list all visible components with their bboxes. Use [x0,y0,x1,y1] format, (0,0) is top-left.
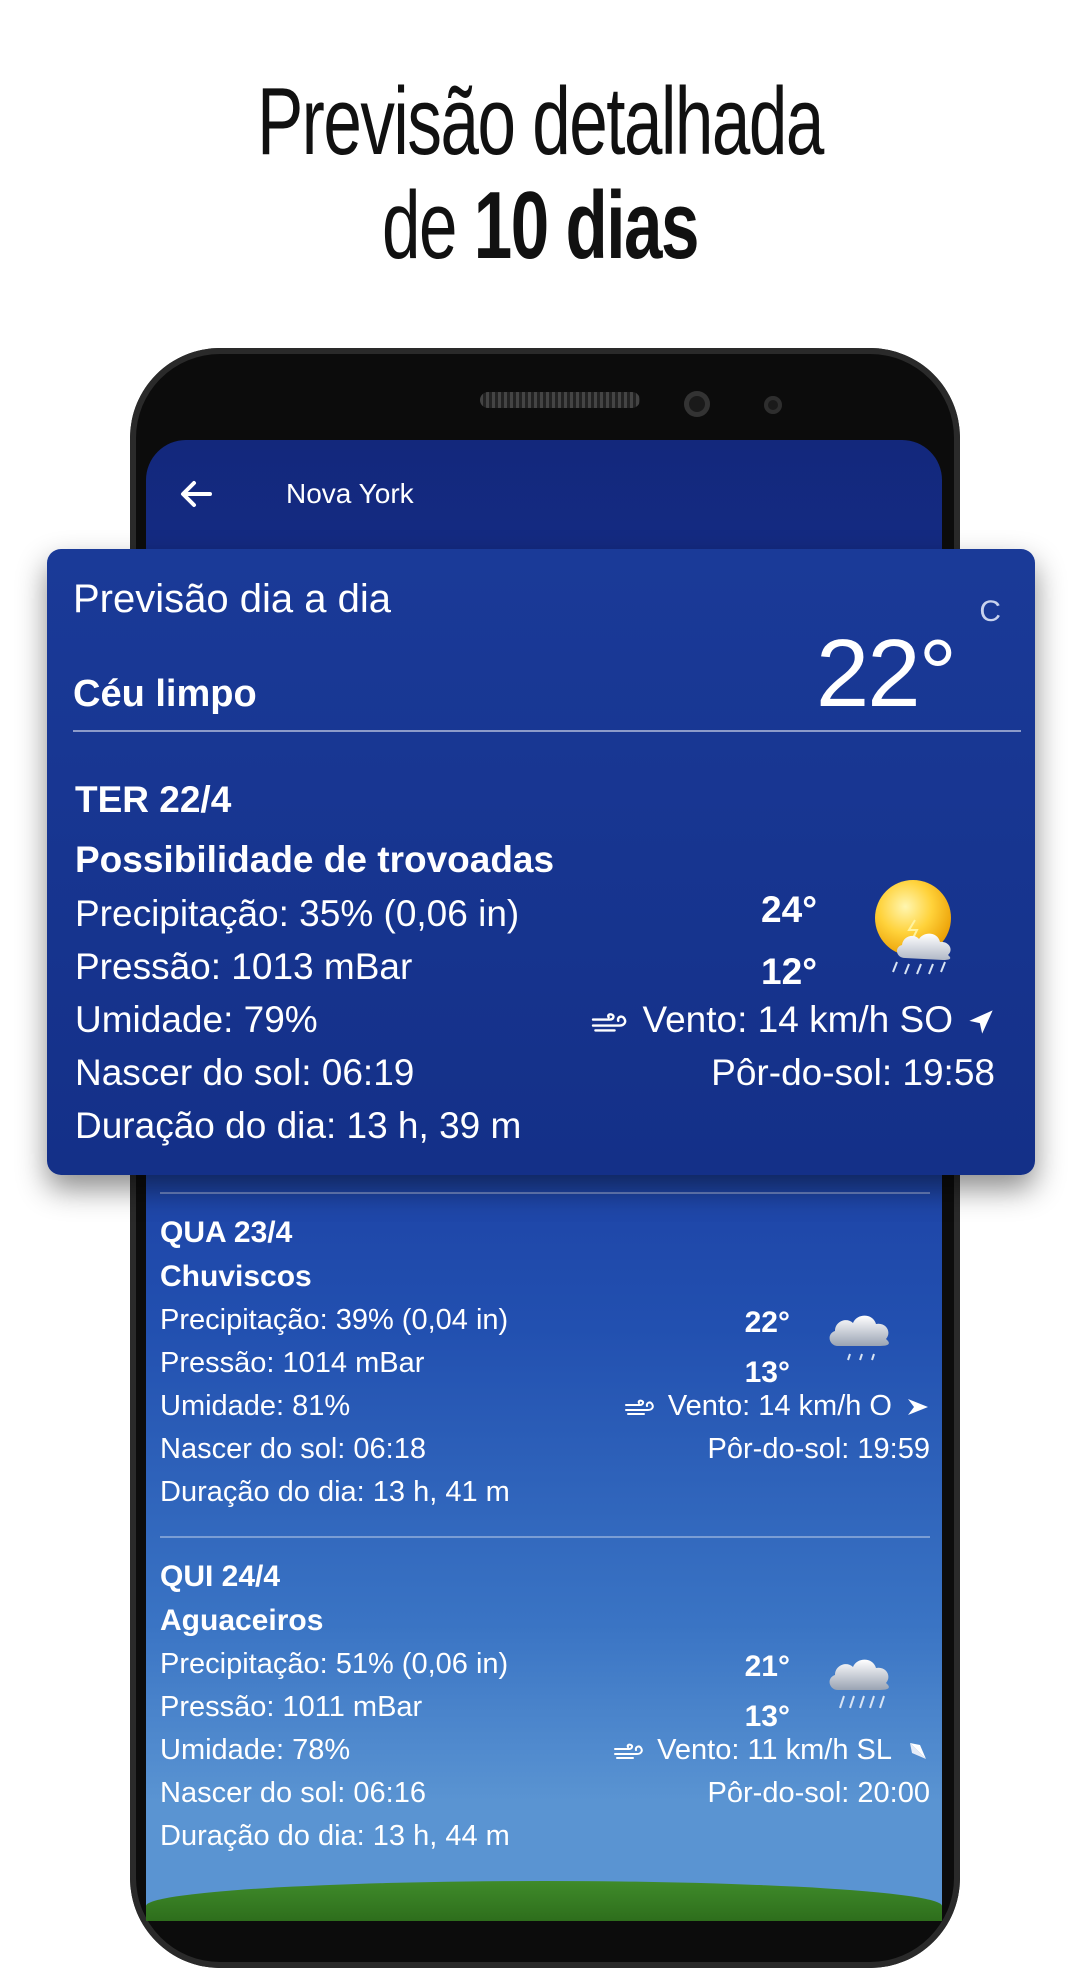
back-arrow-icon[interactable] [176,474,216,514]
headline-line-2-prefix: de [381,172,457,279]
day-humidity: Umidade: 78% [160,1734,351,1766]
forecast-highlight-card[interactable]: Previsão dia a dia C 22° Céu limpo TER 2… [47,549,1035,1175]
day-temps: 22° 13° [745,1298,790,1398]
wind-icon [592,1013,627,1032]
headline-line-2: de 10 dias [151,174,929,278]
sun-row: Nascer do sol: 06:18 Pôr-do-sol: 19:59 [160,1433,930,1476]
pressure-row: Pressão: 1011 mBar [160,1691,930,1734]
daylength-row: Duração do dia: 13 h, 44 m [160,1820,930,1863]
day-length: Duração do dia: 13 h, 44 m [160,1820,510,1852]
day-low: 13° [744,1700,790,1733]
wind-direction-icon [910,1743,926,1760]
day-date: QUA 23/4 [160,1216,293,1249]
sun-row: Nascer do sol: 06:16 Pôr-do-sol: 20:00 [160,1777,930,1820]
day-sunset: Pôr-do-sol: 19:59 [707,1433,930,1465]
forecast-day-3[interactable]: QUI 24/4 Aguaceiros Precipitação: 51% (0… [160,1536,930,1863]
precip-row: Precipitação: 51% (0,06 in) [160,1648,930,1691]
day-low: 13° [744,1356,790,1389]
wind-direction-icon [908,1399,928,1416]
divider [73,730,1021,732]
day-sunrise: Nascer do sol: 06:16 [160,1777,426,1809]
front-camera-icon [684,391,710,417]
grass-horizon [146,1881,942,1921]
humidity-row: Umidade: 81% Vento: 14 km/h O [160,1390,930,1433]
forecast-day-1[interactable]: TER 22/4 Possibilidade de trovoadas Prec… [75,779,995,1158]
day-pressure: Pressão: 1013 mBar [75,946,413,987]
promo-headline: Previsão detalhada de 10 dias [151,70,929,278]
day-high: 21° [744,1650,790,1683]
daylength-row: Duração do dia: 13 h, 41 m [160,1476,930,1519]
pressure-row: Pressão: 1013 mBar [75,946,995,999]
card-title: Previsão dia a dia [73,577,391,621]
day-humidity: Umidade: 81% [160,1390,351,1422]
day-length: Duração do dia: 13 h, 39 m [75,1105,522,1146]
phone-speaker [480,392,640,408]
day-sunrise: Nascer do sol: 06:19 [75,1052,415,1093]
day-sunset: Pôr-do-sol: 19:58 [711,1052,995,1093]
day-condition: Possibilidade de trovoadas [75,839,555,880]
sun-row: Nascer do sol: 06:19 Pôr-do-sol: 19:58 [75,1052,995,1105]
day-high: 24° [761,889,817,930]
day-temps: 21° 13° [745,1642,790,1742]
temp-unit[interactable]: C [979,595,1001,629]
day-humidity: Umidade: 79% [75,999,318,1040]
humidity-row: Umidade: 79% Vento: 14 km/h SO [75,999,995,1052]
city-title: Nova York [286,478,414,509]
divider [160,1192,930,1194]
sensor-icon [764,396,782,414]
divider [160,1536,930,1538]
humidity-row: Umidade: 78% Vento: 11 km/h SL [160,1734,930,1777]
headline-line-2-bold: 10 dias [473,172,700,279]
day-date: TER 22/4 [75,779,232,820]
wind-icon [624,1399,654,1416]
precip-row: Precipitação: 39% (0,04 in) [160,1304,930,1347]
daylength-row: Duração do dia: 13 h, 39 m [75,1105,995,1158]
day-date: QUI 24/4 [160,1560,281,1593]
day-precipitation: Precipitação: 51% (0,06 in) [160,1648,509,1680]
day-sunrise: Nascer do sol: 06:18 [160,1433,426,1465]
day-length: Duração do dia: 13 h, 41 m [160,1476,510,1508]
headline-line-1: Previsão detalhada [257,68,824,175]
current-condition: Céu limpo [73,673,257,715]
day-low: 12° [761,951,817,992]
day-condition: Chuviscos [160,1260,312,1293]
drizzle-cloud-icon [829,1315,889,1361]
day-condition: Aguaceiros [160,1604,324,1637]
wind-direction-icon [969,1010,993,1034]
day-precipitation: Precipitação: 39% (0,04 in) [160,1304,509,1336]
pressure-row: Pressão: 1014 mBar [160,1347,930,1390]
current-temperature: 22° [815,620,957,727]
day-wind: Vento: 14 km/h SO [642,999,953,1040]
precip-row: Precipitação: 35% (0,06 in) [75,893,995,946]
sun-thunder-cloud-icon [875,880,951,975]
day-temps: 24° 12° [761,879,817,1003]
day-sunset: Pôr-do-sol: 20:00 [707,1777,930,1809]
forecast-day-2[interactable]: QUA 23/4 Chuviscos Precipitação: 39% (0,… [160,1192,930,1519]
day-pressure: Pressão: 1011 mBar [160,1691,423,1723]
day-precipitation: Precipitação: 35% (0,06 in) [75,893,520,934]
rain-cloud-icon [829,1659,889,1709]
day-pressure: Pressão: 1014 mBar [160,1347,425,1379]
wind-info: Vento: 14 km/h SO [590,999,995,1052]
day-high: 22° [744,1306,790,1339]
wind-icon [614,1743,643,1760]
